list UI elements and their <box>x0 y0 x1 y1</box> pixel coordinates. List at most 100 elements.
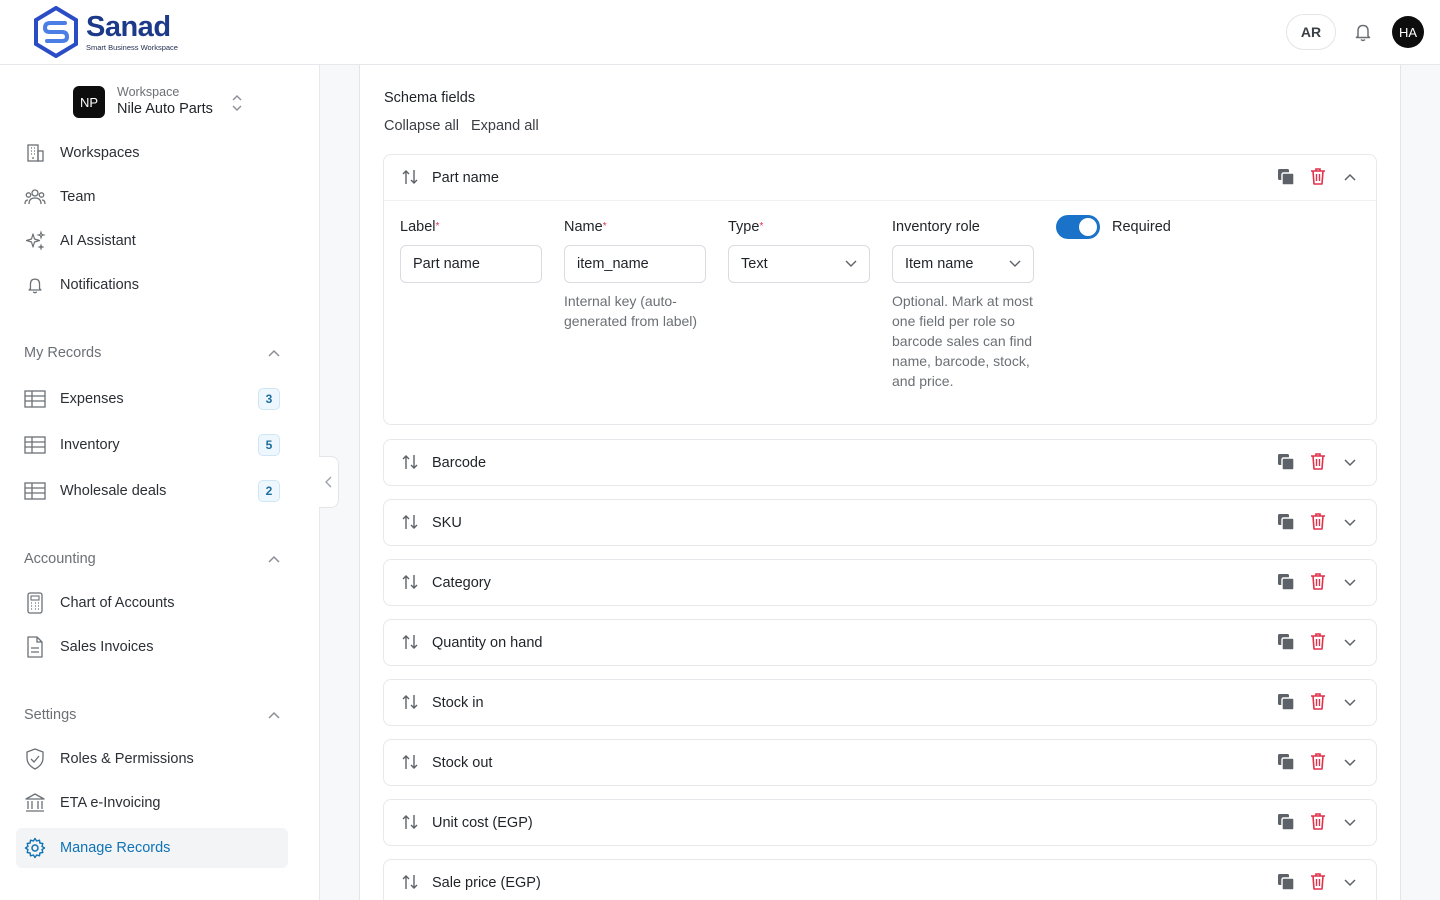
field-card-header[interactable]: Stock out <box>384 740 1376 785</box>
language-toggle-button[interactable]: AR <box>1286 14 1336 50</box>
section-my-records-header[interactable]: My Records <box>24 345 280 361</box>
chevron-down-icon[interactable] <box>1343 515 1357 529</box>
field-card-header[interactable]: Sale price (EGP) <box>384 860 1376 900</box>
delete-icon[interactable] <box>1310 452 1326 471</box>
chevron-up-icon <box>268 711 280 719</box>
chevron-up-down-icon[interactable] <box>230 94 244 112</box>
field-card-header[interactable]: Category <box>384 560 1376 605</box>
delete-icon[interactable] <box>1310 752 1326 771</box>
duplicate-icon[interactable] <box>1277 813 1295 831</box>
field-name: Stock in <box>432 694 484 711</box>
inventory-role-select[interactable]: Item name <box>892 245 1034 283</box>
sidebar-item-notifications[interactable]: Notifications <box>16 265 288 305</box>
field-card-header[interactable]: SKU <box>384 500 1376 545</box>
chevron-up-icon <box>268 555 280 563</box>
workspace-label: Workspace <box>117 85 180 99</box>
workspace-switcher[interactable]: NP Workspace Nile Auto Parts <box>73 85 213 119</box>
collapse-expand-controls: Collapse all Expand all <box>384 118 547 134</box>
chevron-up-icon <box>268 349 280 357</box>
calculator-icon <box>24 592 46 614</box>
expand-all-button[interactable]: Expand all <box>471 118 539 134</box>
workspace-name: Nile Auto Parts <box>117 101 213 117</box>
chevron-down-icon[interactable] <box>1343 815 1357 829</box>
drag-sort-icon[interactable] <box>401 813 419 831</box>
delete-icon[interactable] <box>1310 167 1326 186</box>
field-card-header[interactable]: Stock in <box>384 680 1376 725</box>
delete-icon[interactable] <box>1310 632 1326 651</box>
drag-sort-icon[interactable] <box>401 573 419 591</box>
duplicate-icon[interactable] <box>1277 573 1295 591</box>
sidebar-item-manage-records[interactable]: Manage Records <box>16 828 288 868</box>
table-icon <box>24 388 46 410</box>
sidebar-item-chart-of-accounts[interactable]: Chart of Accounts <box>16 583 288 623</box>
brand-tagline: Smart Business Workspace <box>86 43 178 52</box>
field-card: Stock in <box>383 679 1377 726</box>
chevron-up-icon[interactable] <box>1343 170 1357 184</box>
name-field-title: Name* <box>564 219 607 235</box>
duplicate-icon[interactable] <box>1277 873 1295 891</box>
delete-icon[interactable] <box>1310 512 1326 531</box>
delete-icon[interactable] <box>1310 692 1326 711</box>
field-name: SKU <box>432 514 462 531</box>
drag-sort-icon[interactable] <box>401 168 419 186</box>
field-card: SKU <box>383 499 1377 546</box>
sidebar-item-team[interactable]: Team <box>16 177 288 217</box>
duplicate-icon[interactable] <box>1277 453 1295 471</box>
drag-sort-icon[interactable] <box>401 753 419 771</box>
duplicate-icon[interactable] <box>1277 633 1295 651</box>
field-card-header[interactable]: Quantity on hand <box>384 620 1376 665</box>
section-accounting-header[interactable]: Accounting <box>24 551 280 567</box>
brand-logo[interactable]: Sanad Smart Business Workspace <box>32 6 178 58</box>
user-avatar[interactable]: HA <box>1392 16 1424 48</box>
sidebar-item-eta-e-invoicing[interactable]: ETA e-Invoicing <box>16 783 288 823</box>
chevron-down-icon[interactable] <box>1343 575 1357 589</box>
field-card-header[interactable]: Barcode <box>384 440 1376 485</box>
collapse-sidebar-button[interactable] <box>319 456 339 508</box>
chevron-down-icon[interactable] <box>1343 635 1357 649</box>
chevron-down-icon[interactable] <box>1343 695 1357 709</box>
required-label: Required <box>1112 219 1171 235</box>
duplicate-icon[interactable] <box>1277 168 1295 186</box>
sidebar-item-roles-permissions[interactable]: Roles & Permissions <box>16 739 288 779</box>
required-toggle[interactable] <box>1056 215 1100 239</box>
drag-sort-icon[interactable] <box>401 513 419 531</box>
chevron-down-icon <box>1009 260 1021 267</box>
field-name: Stock out <box>432 754 493 771</box>
name-input[interactable]: item_name <box>564 245 706 283</box>
sidebar-item-sales-invoices[interactable]: Sales Invoices <box>16 627 288 667</box>
drag-sort-icon[interactable] <box>401 693 419 711</box>
delete-icon[interactable] <box>1310 872 1326 891</box>
chevron-down-icon[interactable] <box>1343 875 1357 889</box>
field-card-header[interactable]: Part name <box>384 155 1376 200</box>
type-field-title: Type* <box>728 219 764 235</box>
sidebar-item-expenses[interactable]: Expenses 3 <box>16 379 288 419</box>
duplicate-icon[interactable] <box>1277 753 1295 771</box>
sidebar-item-wholesale-deals[interactable]: Wholesale deals 2 <box>16 471 288 511</box>
chevron-down-icon[interactable] <box>1343 455 1357 469</box>
sidebar-item-ai-assistant[interactable]: AI Assistant <box>16 221 288 261</box>
notifications-bell-icon[interactable] <box>1352 21 1374 43</box>
sidebar-item-workspaces[interactable]: Workspaces <box>16 133 288 173</box>
delete-icon[interactable] <box>1310 572 1326 591</box>
field-card: Barcode <box>383 439 1377 486</box>
field-name: Unit cost (EGP) <box>432 814 533 831</box>
required-toggle-group: Required <box>1056 215 1171 239</box>
duplicate-icon[interactable] <box>1277 693 1295 711</box>
field-card-header[interactable]: Unit cost (EGP) <box>384 800 1376 845</box>
type-select[interactable]: Text <box>728 245 870 283</box>
field-name: Barcode <box>432 454 487 471</box>
label-input[interactable]: Part name <box>400 245 542 283</box>
drag-sort-icon[interactable] <box>401 873 419 891</box>
sanad-logo-icon <box>34 6 78 58</box>
drag-sort-icon[interactable] <box>401 453 419 471</box>
sidebar-item-inventory[interactable]: Inventory 5 <box>16 425 288 465</box>
workspace-badge: NP <box>73 86 105 118</box>
delete-icon[interactable] <box>1310 812 1326 831</box>
field-card: Sale price (EGP) <box>383 859 1377 900</box>
chevron-down-icon[interactable] <box>1343 755 1357 769</box>
inventory-role-title: Inventory role <box>892 219 980 235</box>
drag-sort-icon[interactable] <box>401 633 419 651</box>
duplicate-icon[interactable] <box>1277 513 1295 531</box>
collapse-all-button[interactable]: Collapse all <box>384 118 459 134</box>
section-settings-header[interactable]: Settings <box>24 707 280 723</box>
